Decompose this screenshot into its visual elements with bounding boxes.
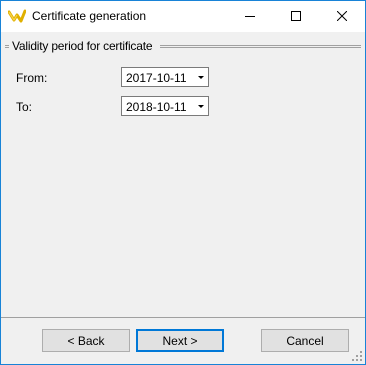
group-title: Validity period for certificate xyxy=(12,39,153,53)
next-button[interactable]: Next > xyxy=(136,329,224,352)
minimize-icon xyxy=(245,10,255,24)
resize-grip-icon[interactable] xyxy=(352,351,363,362)
maximize-button[interactable] xyxy=(273,1,319,32)
from-date-picker[interactable]: 2017-10-11 xyxy=(121,67,209,87)
to-label: To: xyxy=(16,100,33,114)
validity-group-header: Validity period for certificate xyxy=(5,39,361,53)
certificate-generation-window: Certificate generation Validity period f… xyxy=(0,0,366,365)
close-button[interactable] xyxy=(319,1,365,32)
chevron-down-icon[interactable] xyxy=(198,105,204,108)
chevron-down-icon[interactable] xyxy=(198,76,204,79)
from-label: From: xyxy=(16,71,48,85)
to-date-picker[interactable]: 2018-10-11 xyxy=(121,96,209,116)
cancel-button[interactable]: Cancel xyxy=(261,329,349,352)
group-divider-left xyxy=(5,45,9,48)
app-icon xyxy=(7,9,27,23)
minimize-button[interactable] xyxy=(227,1,273,32)
footer-divider xyxy=(1,317,365,318)
to-date-value[interactable]: 2018-10-11 xyxy=(126,100,187,114)
title-bar[interactable]: Certificate generation xyxy=(1,1,365,32)
from-date-value[interactable]: 2017-10-11 xyxy=(126,71,187,85)
close-icon xyxy=(336,10,348,24)
group-divider-right xyxy=(160,45,361,48)
back-button[interactable]: < Back xyxy=(42,329,130,352)
maximize-icon xyxy=(291,10,301,24)
window-title: Certificate generation xyxy=(32,9,147,23)
